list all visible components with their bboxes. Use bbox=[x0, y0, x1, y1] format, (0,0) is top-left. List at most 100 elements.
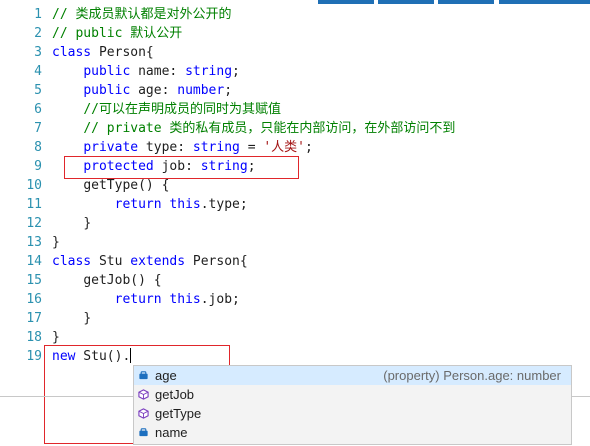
keyword-token: return bbox=[114, 292, 162, 307]
line-number: 5 bbox=[34, 83, 42, 98]
code-line[interactable]: 17 } bbox=[0, 309, 590, 328]
code-token: .type; bbox=[200, 197, 248, 212]
line-number: 4 bbox=[34, 64, 42, 79]
code-token: Stu bbox=[91, 254, 131, 269]
code-token: ; bbox=[224, 83, 233, 98]
code-text[interactable]: return this.type; bbox=[52, 195, 248, 214]
code-token: getJob() { bbox=[83, 273, 162, 288]
code-text[interactable]: class Stu extends Person{ bbox=[52, 252, 248, 271]
method-cube-icon bbox=[138, 408, 149, 419]
line-number: 2 bbox=[34, 26, 42, 41]
keyword-token: this bbox=[169, 292, 201, 307]
code-token: = bbox=[239, 140, 264, 155]
comment-token: // public 默认公开 bbox=[52, 26, 183, 41]
line-number: 11 bbox=[26, 197, 42, 212]
code-token: age: bbox=[130, 83, 178, 98]
line-number: 7 bbox=[34, 121, 42, 136]
comment-token: // private 类的私有成员，只能在内部访问，在外部访问不到 bbox=[83, 121, 456, 136]
code-text[interactable]: } bbox=[52, 214, 91, 233]
code-text[interactable]: // 类成员默认都是对外公开的 bbox=[52, 5, 231, 24]
code-line[interactable]: 15 getJob() { bbox=[0, 271, 590, 290]
code-line[interactable]: 6 //可以在声明成员的同时为其赋值 bbox=[0, 100, 590, 119]
comment-token: //可以在声明成员的同时为其赋值 bbox=[83, 102, 281, 117]
line-number: 17 bbox=[26, 311, 42, 326]
suggestion-item[interactable]: getType bbox=[134, 404, 571, 423]
suggestion-item[interactable]: getJob bbox=[134, 385, 571, 404]
code-text[interactable]: class Person{ bbox=[52, 43, 154, 62]
suggestion-label: age bbox=[155, 368, 177, 383]
code-text[interactable]: private type: string = '人类'; bbox=[52, 138, 313, 157]
code-text[interactable]: } bbox=[52, 233, 60, 252]
keyword-token: public bbox=[83, 64, 131, 79]
code-line[interactable]: 1 // 类成员默认都是对外公开的 bbox=[0, 5, 590, 24]
code-text[interactable]: getJob() { bbox=[52, 271, 162, 290]
code-text[interactable]: // public 默认公开 bbox=[52, 24, 182, 43]
code-line[interactable]: 11 return this.type; bbox=[0, 195, 590, 214]
code-line[interactable]: 5 public age: number; bbox=[0, 81, 590, 100]
code-text[interactable]: } bbox=[52, 309, 91, 328]
code-line[interactable]: 4 public name: string; bbox=[0, 62, 590, 81]
code-line[interactable]: 8 private type: string = '人类'; bbox=[0, 138, 590, 157]
method-cube-icon bbox=[138, 389, 149, 400]
line-number: 9 bbox=[34, 159, 42, 174]
property-wrench-icon bbox=[139, 371, 148, 380]
code-token: } bbox=[83, 311, 92, 326]
suggestion-detail: (property) Person.age: number bbox=[383, 368, 561, 383]
code-token: getType() { bbox=[83, 178, 170, 193]
line-number: 15 bbox=[26, 273, 42, 288]
code-token: } bbox=[52, 235, 60, 250]
line-number: 13 bbox=[26, 235, 42, 250]
code-text[interactable]: return this.job; bbox=[52, 290, 240, 309]
line-number: 19 bbox=[26, 349, 42, 364]
code-line[interactable]: 2 // public 默认公开 bbox=[0, 24, 590, 43]
code-token: } bbox=[52, 330, 60, 345]
suggestion-item[interactable]: name bbox=[134, 423, 571, 442]
line-number: 3 bbox=[34, 45, 42, 60]
keyword-token: string bbox=[192, 140, 240, 155]
line-number: 1 bbox=[34, 7, 42, 22]
code-line[interactable]: 16 return this.job; bbox=[0, 290, 590, 309]
suggestion-label: name bbox=[155, 425, 188, 440]
code-token: .job; bbox=[200, 292, 240, 307]
suggestion-item[interactable]: age (property) Person.age: number bbox=[134, 366, 571, 385]
code-line[interactable]: 12 } bbox=[0, 214, 590, 233]
code-token: ; bbox=[305, 140, 313, 155]
code-line[interactable]: 3 class Person{ bbox=[0, 43, 590, 62]
code-token: name: bbox=[130, 64, 186, 79]
line-number: 6 bbox=[34, 102, 42, 117]
code-token: type: bbox=[138, 140, 193, 155]
code-token: Person{ bbox=[91, 45, 154, 60]
line-number: 16 bbox=[26, 292, 42, 307]
code-text[interactable]: public age: number; bbox=[52, 81, 232, 100]
line-number: 18 bbox=[26, 330, 42, 345]
line-number: 8 bbox=[34, 140, 42, 155]
code-text[interactable]: // private 类的私有成员，只能在内部访问，在外部访问不到 bbox=[52, 119, 455, 138]
code-line[interactable]: 14 class Stu extends Person{ bbox=[0, 252, 590, 271]
code-editor[interactable]: 1 // 类成员默认都是对外公开的 2 // public 默认公开 3 class Pe… bbox=[0, 4, 590, 394]
keyword-token: string bbox=[185, 64, 233, 79]
keyword-token: number bbox=[177, 83, 225, 98]
keyword-token: private bbox=[83, 140, 139, 155]
keyword-token: return bbox=[114, 197, 162, 212]
code-line[interactable]: 7 // private 类的私有成员，只能在内部访问，在外部访问不到 bbox=[0, 119, 590, 138]
keyword-token: class bbox=[52, 45, 92, 60]
keyword-token: class bbox=[52, 254, 92, 269]
code-text[interactable]: //可以在声明成员的同时为其赋值 bbox=[52, 100, 281, 119]
code-line[interactable]: 13} bbox=[0, 233, 590, 252]
code-text[interactable]: public name: string; bbox=[52, 62, 240, 81]
line-number: 14 bbox=[26, 254, 42, 269]
property-wrench-icon bbox=[139, 428, 148, 437]
suggestion-widget[interactable]: age (property) Person.age: number getJob ge… bbox=[133, 365, 572, 445]
string-token: '人类' bbox=[263, 140, 306, 155]
keyword-token: public bbox=[83, 83, 131, 98]
